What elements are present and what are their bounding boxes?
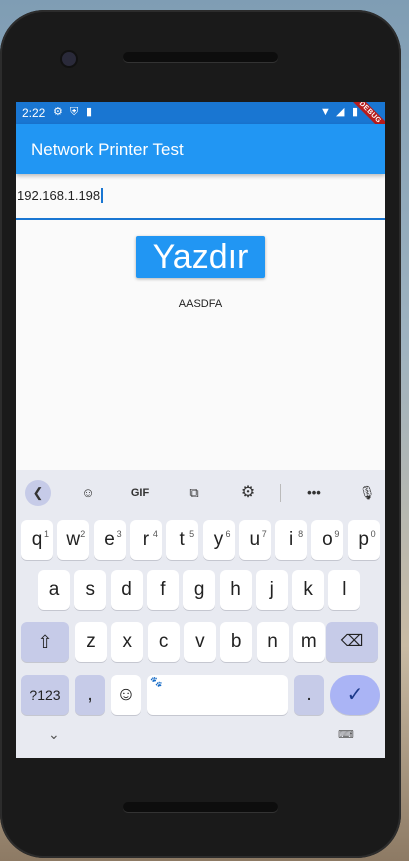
backspace-key[interactable]: ⌫: [326, 622, 378, 662]
app-bar: Network Printer Test: [16, 124, 385, 174]
soft-keyboard: ❮ ☺ GIF ⧉ ⚙ ••• 🎙 q1w2e3r4t5y6u7i8o9p0 a…: [16, 470, 385, 758]
key-d[interactable]: d: [110, 570, 143, 610]
app-title: Network Printer Test: [31, 140, 184, 159]
ip-address-input[interactable]: 192.168.1.198: [16, 182, 385, 220]
sd-card-status-icon: ▮: [86, 106, 93, 118]
key-e[interactable]: e3: [93, 520, 126, 560]
key-s[interactable]: s: [74, 570, 107, 610]
key-b[interactable]: b: [220, 622, 253, 662]
screen: 2:22 ⚙ ⛨ ▮ ▼ ◢ ▮ DEBUG Network Printer T…: [16, 102, 385, 758]
gif-button[interactable]: GIF: [127, 480, 153, 506]
bottom-speaker: [123, 802, 278, 812]
phone-frame: 2:22 ⚙ ⛨ ▮ ▼ ◢ ▮ DEBUG Network Printer T…: [0, 10, 401, 858]
hide-keyboard-icon[interactable]: ⌄: [48, 726, 60, 743]
key-n[interactable]: n: [256, 622, 289, 662]
paw-icon: 🐾: [150, 677, 163, 688]
battery-icon: ▮: [352, 106, 359, 118]
output-text: AASDFA: [178, 298, 223, 310]
navigation-bar: ⌄ ⌨: [16, 718, 385, 758]
space-key[interactable]: 🐾: [147, 675, 288, 715]
print-button[interactable]: Yazdır: [136, 236, 265, 278]
key-c[interactable]: c: [147, 622, 180, 662]
keyboard-switch-icon[interactable]: ⌨: [338, 728, 354, 741]
key-m[interactable]: m: [292, 622, 325, 662]
key-l[interactable]: l: [328, 570, 361, 610]
settings-status-icon: ⚙: [53, 106, 63, 118]
wifi-icon: ▼: [320, 106, 331, 118]
key-p[interactable]: p0: [347, 520, 380, 560]
key-o[interactable]: o9: [311, 520, 344, 560]
ip-address-value: 192.168.1.198: [17, 188, 101, 203]
text-cursor: [101, 188, 103, 203]
translate-icon[interactable]: ⧉: [183, 480, 205, 506]
microphone-icon[interactable]: 🎙: [356, 480, 378, 506]
key-w[interactable]: w2: [57, 520, 90, 560]
key-v[interactable]: v: [183, 622, 216, 662]
keyboard-settings-icon[interactable]: ⚙: [237, 480, 259, 506]
keyboard-back-button[interactable]: ❮: [25, 480, 51, 506]
front-camera: [62, 52, 76, 66]
key-k[interactable]: k: [292, 570, 325, 610]
status-bar: 2:22 ⚙ ⛨ ▮ ▼ ◢ ▮ DEBUG: [16, 102, 385, 141]
key-j[interactable]: j: [255, 570, 288, 610]
comma-key[interactable]: ,: [75, 675, 105, 715]
key-f[interactable]: f: [146, 570, 179, 610]
key-a[interactable]: a: [38, 570, 70, 610]
signal-icon: ◢: [336, 106, 345, 118]
more-options-icon[interactable]: •••: [303, 480, 325, 506]
key-x[interactable]: x: [111, 622, 144, 662]
key-r[interactable]: r4: [129, 520, 162, 560]
top-speaker: [123, 52, 278, 62]
key-i[interactable]: i8: [275, 520, 308, 560]
key-u[interactable]: u7: [238, 520, 271, 560]
symbols-key[interactable]: ?123: [21, 675, 69, 715]
key-t[interactable]: t5: [166, 520, 199, 560]
toolbar-divider: [280, 484, 281, 502]
key-h[interactable]: h: [219, 570, 252, 610]
enter-key[interactable]: ✓: [330, 675, 380, 715]
key-y[interactable]: y6: [202, 520, 235, 560]
status-time: 2:22: [22, 106, 46, 120]
key-z[interactable]: z: [75, 622, 107, 662]
key-q[interactable]: q1: [21, 520, 53, 560]
emoji-key[interactable]: ☺: [111, 675, 141, 715]
key-g[interactable]: g: [183, 570, 216, 610]
sticker-icon[interactable]: ☺: [77, 480, 99, 506]
period-key[interactable]: .: [294, 675, 324, 715]
shift-key[interactable]: ⇧: [21, 622, 69, 662]
shield-status-icon: ⛨: [70, 106, 79, 118]
